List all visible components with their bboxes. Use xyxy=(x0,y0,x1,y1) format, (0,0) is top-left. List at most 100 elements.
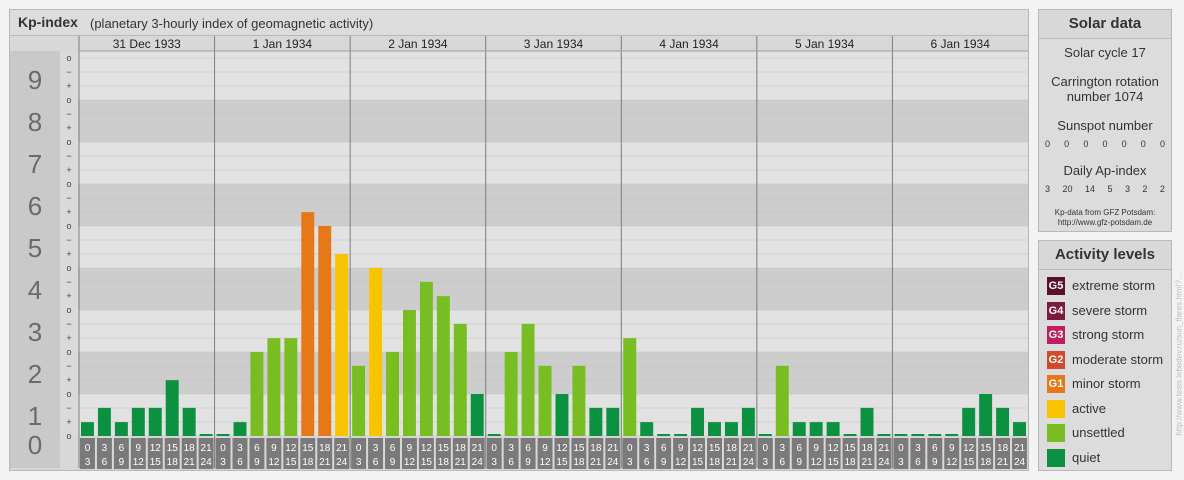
y-tick-label: 1 xyxy=(28,401,42,431)
sunspot-value: 0 xyxy=(1121,139,1127,149)
interval-end: 12 xyxy=(811,457,823,468)
interval-end: 15 xyxy=(150,457,162,468)
interval-end: 9 xyxy=(254,457,260,468)
kp-bar xyxy=(657,434,671,436)
interval-end: 6 xyxy=(779,457,785,468)
minor-tick-label: − xyxy=(66,67,71,77)
kp-band xyxy=(10,310,1028,352)
interval-start: 18 xyxy=(455,443,467,454)
activity-levels-panel: Activity levels G5 extreme storm G4 severe … xyxy=(1038,240,1172,471)
interval-end: 6 xyxy=(373,457,379,468)
kp-bar xyxy=(775,365,789,436)
day-label: 3 Jan 1934 xyxy=(524,37,584,51)
interval-start: 3 xyxy=(373,443,379,454)
kp-bar xyxy=(894,434,908,436)
kp-bar xyxy=(148,407,162,436)
kp-bar xyxy=(504,352,518,436)
carrington-line-2: number 1074 xyxy=(1066,89,1144,104)
kp-bar xyxy=(453,323,467,436)
kp-bar xyxy=(792,422,806,436)
kp-bar xyxy=(928,434,942,436)
kp-bar xyxy=(470,394,484,436)
kp-bar xyxy=(724,422,738,436)
kp-bar xyxy=(962,407,976,436)
interval-end: 18 xyxy=(302,457,314,468)
minor-tick-label: o xyxy=(66,179,71,189)
minor-tick-label: − xyxy=(66,193,71,203)
activity-level-item: G1 minor storm xyxy=(1047,375,1171,395)
interval-end: 12 xyxy=(404,457,416,468)
interval-end: 15 xyxy=(285,457,297,468)
sunspot-value: 0 xyxy=(1045,139,1051,149)
solar-cycle: Solar cycle 17 xyxy=(1064,45,1146,60)
interval-end: 6 xyxy=(644,457,650,468)
interval-start: 9 xyxy=(407,443,413,454)
minor-tick-label: − xyxy=(66,235,71,245)
level-swatch: G5 xyxy=(1047,277,1065,295)
interval-start: 18 xyxy=(319,443,331,454)
interval-start: 0 xyxy=(356,443,362,454)
minor-tick-label: + xyxy=(66,249,71,259)
kp-bar xyxy=(199,434,213,436)
interval-start: 12 xyxy=(828,443,840,454)
kp-bar xyxy=(521,323,535,436)
interval-end: 18 xyxy=(980,457,992,468)
kp-bar xyxy=(826,422,840,436)
sunspot-label: Sunspot number xyxy=(1057,118,1153,133)
minor-tick-label: o xyxy=(66,431,71,441)
kp-band xyxy=(10,100,1028,142)
interval-start: 12 xyxy=(150,443,162,454)
kp-bar xyxy=(1013,422,1026,436)
interval-start: 15 xyxy=(980,443,992,454)
level-label: quiet xyxy=(1072,449,1101,465)
y-tick-label: 3 xyxy=(28,317,42,347)
day-label: 6 Jan 1934 xyxy=(931,37,991,51)
kp-bar xyxy=(352,365,366,436)
kp-bar xyxy=(81,422,94,436)
ap-value: 2 xyxy=(1159,184,1165,194)
interval-start: 18 xyxy=(590,443,602,454)
sunspot-value: 0 xyxy=(1064,139,1070,149)
interval-start: 3 xyxy=(508,443,514,454)
minor-tick-label: + xyxy=(66,291,71,301)
minor-tick-label: o xyxy=(66,305,71,315)
activity-level-item: G2 moderate storm xyxy=(1047,350,1171,371)
interval-end: 12 xyxy=(133,457,145,468)
interval-end: 24 xyxy=(201,457,213,468)
minor-tick-label: + xyxy=(66,375,71,385)
interval-start: 3 xyxy=(644,443,650,454)
y-tick-label: 6 xyxy=(28,191,42,221)
kp-bar xyxy=(843,434,857,436)
ap-label: Daily Ap-index xyxy=(1063,163,1147,178)
interval-end: 21 xyxy=(861,457,873,468)
interval-start: 18 xyxy=(861,443,873,454)
interval-end: 6 xyxy=(915,457,921,468)
interval-end: 24 xyxy=(472,457,484,468)
kp-bar xyxy=(267,338,281,436)
source-url: http://www.tesis.lebedev.ru/sun_flares.h… xyxy=(1174,273,1184,436)
interval-start: 12 xyxy=(963,443,975,454)
kp-bar xyxy=(979,394,993,436)
activity-levels-title: Activity levels xyxy=(1039,241,1171,270)
interval-start: 9 xyxy=(678,443,684,454)
interval-start: 21 xyxy=(878,443,890,454)
minor-tick-label: + xyxy=(66,165,71,175)
minor-tick-label: + xyxy=(66,207,71,217)
kp-bar xyxy=(97,407,111,436)
kp-bar xyxy=(538,365,552,436)
interval-start: 21 xyxy=(472,443,484,454)
interval-end: 21 xyxy=(590,457,602,468)
credit-link[interactable]: http://www.gfz-potsdam.de xyxy=(1039,218,1171,228)
level-swatch: G3 xyxy=(1047,326,1065,344)
interval-start: 0 xyxy=(491,443,497,454)
interval-start: 21 xyxy=(607,443,619,454)
interval-end: 9 xyxy=(661,457,667,468)
interval-end: 9 xyxy=(525,457,531,468)
kp-bar xyxy=(640,422,654,436)
kp-bar xyxy=(284,338,298,436)
minor-tick-label: o xyxy=(66,95,71,105)
level-label: active xyxy=(1072,400,1106,416)
kp-bar xyxy=(216,434,230,436)
kp-bar xyxy=(402,310,416,436)
interval-end: 15 xyxy=(556,457,568,468)
